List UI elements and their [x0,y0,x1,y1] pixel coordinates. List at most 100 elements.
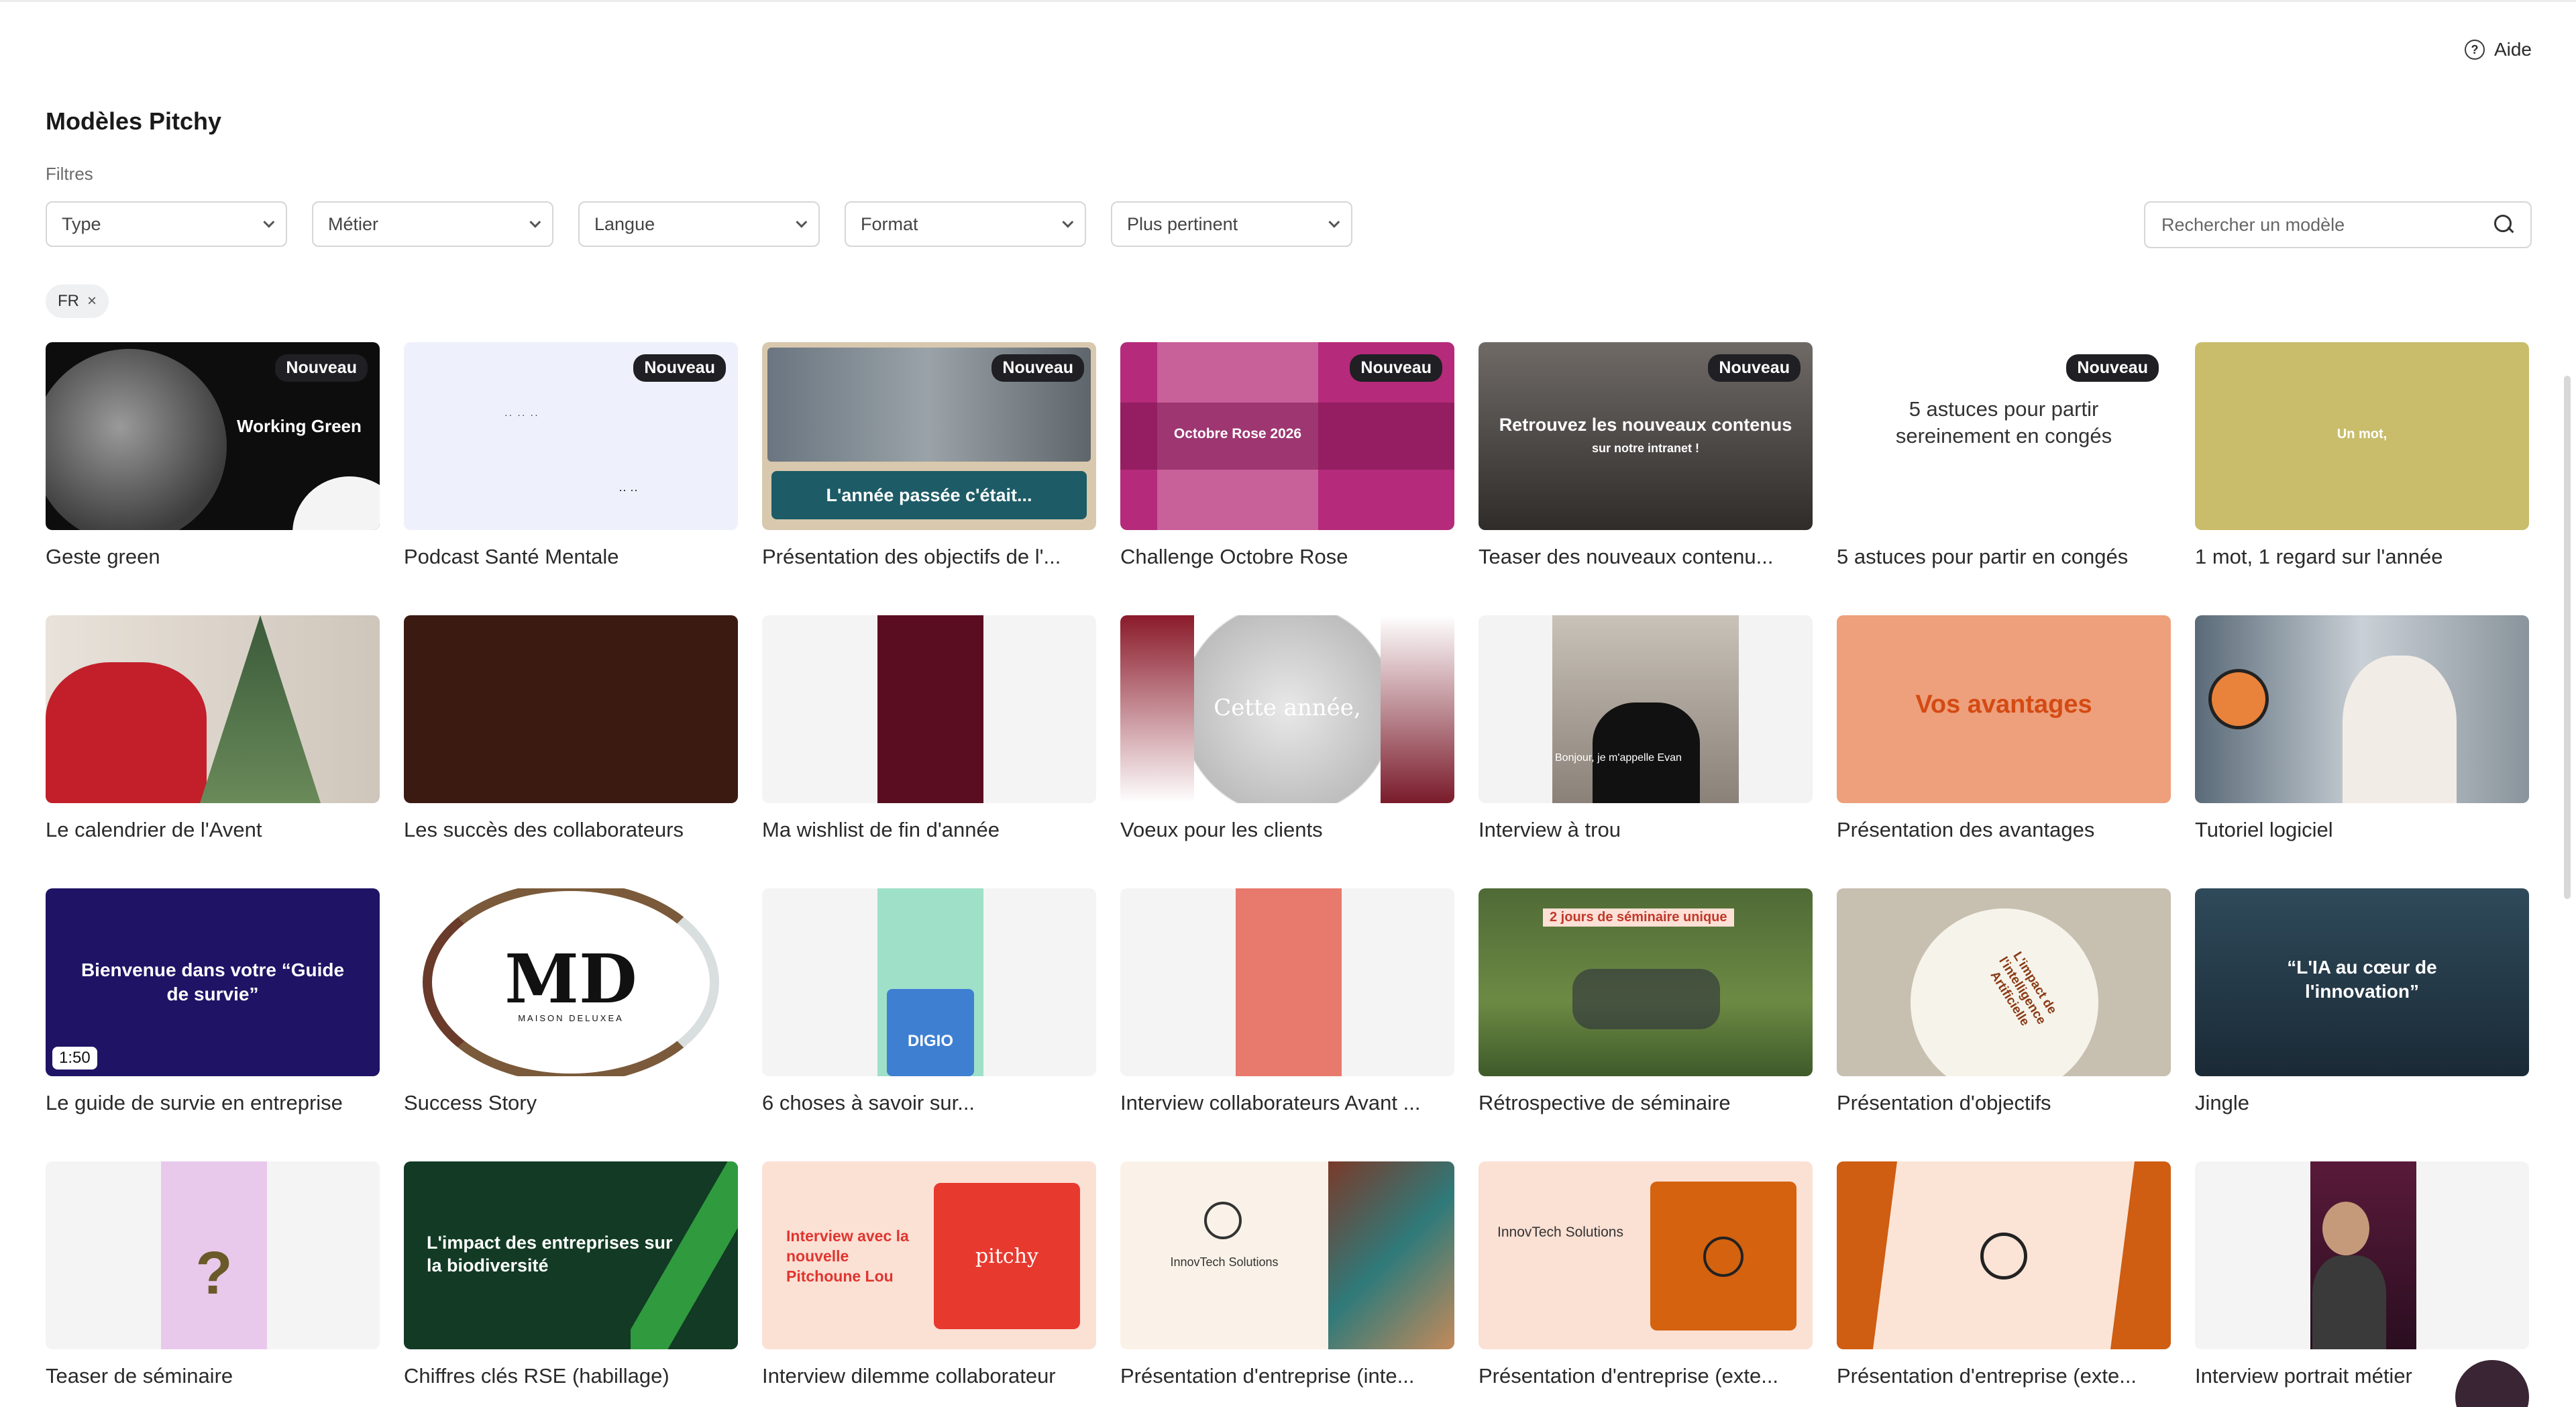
template-title: Chiffres clés RSE (habillage) [404,1364,669,1388]
template-card[interactable]: 2 jours de séminaire unique Rétrospectiv… [1479,888,1813,1161]
thumb-title: L'impact des entreprises sur la biodiver… [427,1233,673,1275]
active-filter-chip: FR × [46,284,109,318]
thumb-photo [46,662,207,803]
filter-langue[interactable]: Langue [578,201,820,247]
template-title: Interview dilemme collaborateur [762,1364,1056,1388]
template-card[interactable]: ·· ·· ·· ·· ·· Nouveau Podcast Santé Men… [404,342,738,615]
filter-type[interactable]: Type [46,201,287,247]
thumb-logo-mark [1980,1233,2027,1280]
template-thumbnail: Retrouvez les nouveaux contenus sur notr… [1479,342,1813,530]
new-badge: Nouveau [991,354,1084,382]
template-card[interactable]: Le calendrier de l'Avent [46,615,380,888]
template-card[interactable]: Octobre Rose 2026 Nouveau Challenge Octo… [1120,342,1454,615]
thumb-people [1572,969,1720,1029]
filter-type-label: Type [62,213,101,234]
template-card[interactable]: Retrouvez les nouveaux contenus sur notr… [1479,342,1813,615]
search-input[interactable] [2161,214,2470,236]
template-card[interactable]: “L'IA au cœur de l'innovation” Jingle [2195,888,2529,1161]
sort-select-label: Plus pertinent [1127,213,1238,234]
new-badge: Nouveau [1350,354,1442,382]
template-thumbnail [1837,1161,2171,1349]
template-thumbnail: L'année passée c'était... Nouveau [762,342,1096,530]
template-card[interactable]: Interview avec la nouvelle Pitchoune Lou… [762,1161,1096,1407]
filters-label: Filtres [46,164,93,184]
template-thumbnail: L'impact des entreprises sur la biodiver… [404,1161,738,1349]
template-card[interactable]: Working Green Nouveau Geste green [46,342,380,615]
template-card[interactable]: Ma wishlist de fin d'année [762,615,1096,888]
template-thumbnail [2195,1161,2529,1349]
help-label: Aide [2493,39,2532,60]
search-box [2144,201,2532,248]
template-title: Présentation d'entreprise (inte... [1120,1364,1415,1388]
chevron-down-icon [1328,216,1340,228]
template-title: Le calendrier de l'Avent [46,818,262,841]
thumb-panel [877,615,983,803]
new-badge: Nouveau [2066,354,2159,382]
template-card[interactable]: ? Teaser de séminaire [46,1161,380,1407]
thumb-title: InnovTech Solutions [1497,1224,1623,1240]
template-card[interactable]: MD MAISON DELUXEA Success Story [404,888,738,1161]
template-thumbnail: Octobre Rose 2026 Nouveau [1120,342,1454,530]
template-thumbnail: InnovTech Solutions [1120,1161,1454,1349]
template-card[interactable]: Tutoriel logiciel [2195,615,2529,888]
template-card[interactable]: L'impact des entreprises sur la biodiver… [404,1161,738,1407]
template-title: 6 choses à savoir sur... [762,1091,975,1114]
template-title: Challenge Octobre Rose [1120,545,1348,568]
top-border [0,0,2576,2]
filter-metier-label: Métier [328,213,379,234]
question-mark-icon: ? [195,1240,233,1307]
thumb-caption: Bonjour, je m'appelle Evan [1555,752,1682,764]
template-card[interactable]: Les succès des collaborateurs [404,615,738,888]
template-thumbnail [762,615,1096,803]
template-thumbnail: Interview avec la nouvelle Pitchoune Lou… [762,1161,1096,1349]
template-title: Interview collaborateurs Avant ... [1120,1091,1421,1114]
template-title: Présentation des avantages [1837,818,2095,841]
template-thumbnail: InnovTech Solutions [1479,1161,1813,1349]
thumb-panel [1236,888,1342,1076]
template-title: Success Story [404,1091,537,1114]
chevron-down-icon [263,216,275,228]
sort-select[interactable]: Plus pertinent [1111,201,1352,247]
thumb-title: Retrouvez les nouveaux contenus [1499,415,1792,435]
thumb-title: Bienvenue dans votre “Guide de survie” [80,959,345,1004]
template-card[interactable]: Bienvenue dans votre “Guide de survie” 1… [46,888,380,1161]
template-thumbnail: Un mot, [2195,342,2529,530]
thumb-person [2322,1202,2369,1255]
thumb-decor [2110,1161,2171,1349]
template-card[interactable]: Cette année, Voeux pour les clients [1120,615,1454,888]
template-title: Le guide de survie en entreprise [46,1091,343,1114]
template-card[interactable]: Présentation d'entreprise (exte... [1837,1161,2171,1407]
scrollbar[interactable] [2564,376,2571,899]
template-thumbnail: Working Green Nouveau [46,342,380,530]
template-card[interactable]: L'année passée c'était... Nouveau Présen… [762,342,1096,615]
thumb-title: Un mot, [2337,427,2387,441]
chevron-down-icon [796,216,808,228]
template-card[interactable]: L'impact de l'intelligence Artificielle … [1837,888,2171,1161]
thumb-subtitle: MAISON DELUXEA [518,1013,624,1023]
template-card[interactable]: InnovTech Solutions Présentation d'entre… [1120,1161,1454,1407]
search-icon[interactable] [2494,215,2514,235]
template-card[interactable]: 5 astuces pour partir sereinement en con… [1837,342,2171,615]
template-grid: Working Green Nouveau Geste green ·· ·· … [46,342,2529,1407]
filter-metier[interactable]: Métier [312,201,553,247]
thumb-photo [200,615,321,803]
template-thumbnail: Bonjour, je m'appelle Evan [1479,615,1813,803]
thumb-logo: pitchy [975,1245,1038,1268]
template-card[interactable]: Interview collaborateurs Avant ... [1120,888,1454,1161]
thumb-title: InnovTech Solutions [1170,1255,1279,1269]
help-link[interactable]: ? Aide [2464,39,2532,60]
template-card[interactable]: Bonjour, je m'appelle Evan Interview à t… [1479,615,1813,888]
template-title: Teaser de séminaire [46,1364,233,1388]
template-title: Podcast Santé Mentale [404,545,619,568]
filter-format[interactable]: Format [845,201,1086,247]
new-badge: Nouveau [633,354,726,382]
template-thumbnail: DIGIO [762,888,1096,1076]
close-icon[interactable]: × [87,292,97,311]
template-card[interactable]: Vos avantages Présentation des avantages [1837,615,2171,888]
template-title: Présentation d'entreprise (exte... [1837,1364,2137,1388]
template-thumbnail [2195,615,2529,803]
thumb-title: “L'IA au cœur de l'innovation” [2287,957,2437,1002]
template-card[interactable]: DIGIO 6 choses à savoir sur... [762,888,1096,1161]
template-card[interactable]: Un mot, 1 mot, 1 regard sur l'année [2195,342,2529,615]
template-card[interactable]: InnovTech Solutions Présentation d'entre… [1479,1161,1813,1407]
